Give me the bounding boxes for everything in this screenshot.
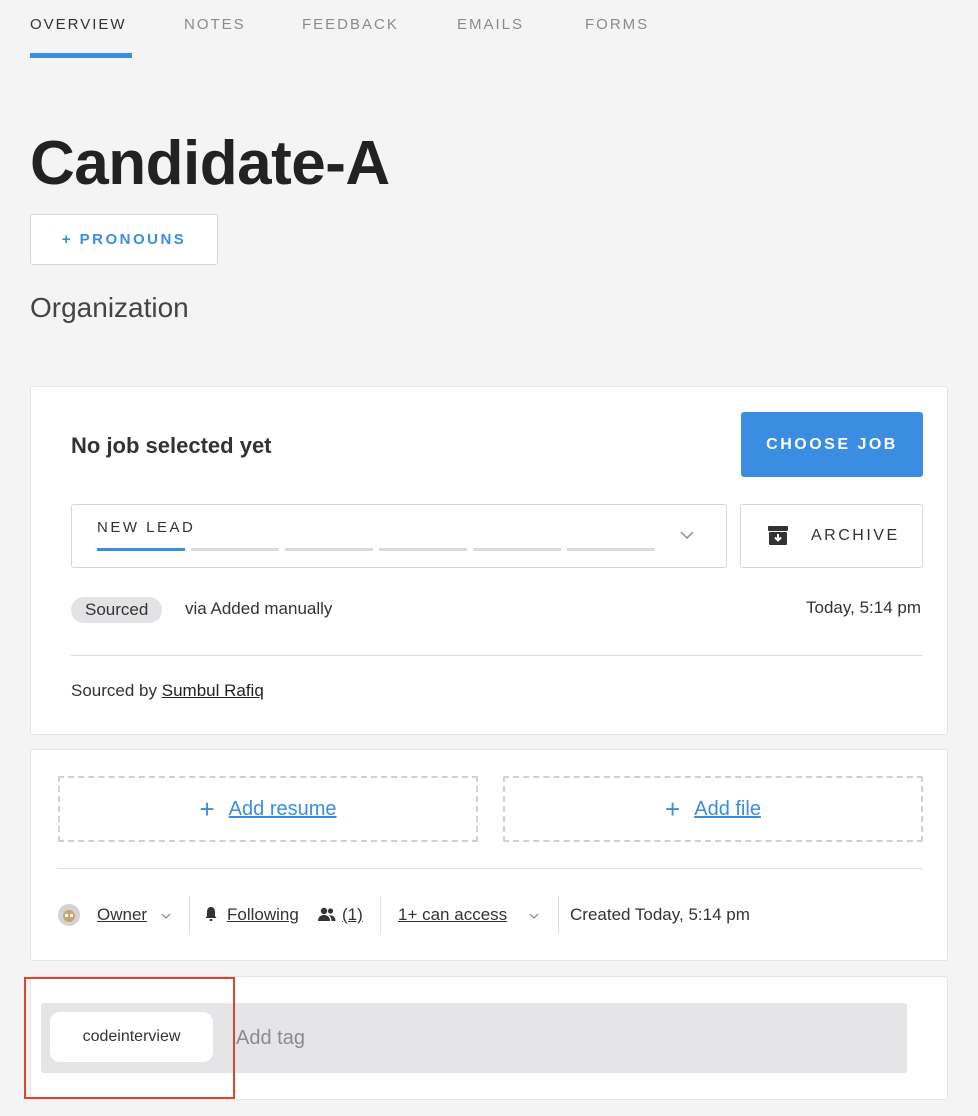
source-via: via Added manually [185, 599, 333, 618]
organization-label[interactable]: Organization [30, 292, 189, 324]
job-card: No job selected yet CHOOSE JOB NEW LEAD … [30, 386, 948, 735]
followers-count-link[interactable]: (1) [342, 905, 363, 925]
separator [558, 896, 559, 934]
source-badge: Sourced [71, 597, 163, 623]
avatar [58, 904, 80, 926]
chevron-down-icon [680, 531, 694, 539]
tab-forms[interactable]: FORMS [585, 16, 649, 33]
stage-progress-segment [379, 548, 467, 551]
stage-progress-segment [191, 548, 279, 551]
sourced-by-user-link[interactable]: Sumbul Rafiq [162, 681, 264, 700]
tab-bar: OVERVIEW NOTES FEEDBACK EMAILS FORMS [0, 0, 978, 60]
add-resume-link[interactable]: Add resume [229, 798, 337, 821]
archive-button[interactable]: ARCHIVE [740, 504, 923, 568]
candidate-name: Candidate-A [30, 129, 390, 198]
meta-row: Owner Following (1) 1+ can access Create… [58, 896, 923, 934]
job-heading: No job selected yet [71, 433, 272, 458]
divider [71, 655, 923, 656]
choose-job-button[interactable]: CHOOSE JOB [741, 412, 923, 477]
active-tab-indicator [30, 53, 132, 58]
add-file-dropzone[interactable]: + Add file [503, 776, 923, 842]
stage-label: NEW LEAD [97, 519, 196, 536]
sourced-by-row: Sourced by Sumbul Rafiq [71, 681, 264, 701]
chevron-down-icon[interactable] [528, 910, 540, 922]
stage-progress-segment [285, 548, 373, 551]
stage-progress-segment [97, 548, 185, 551]
separator [380, 896, 381, 934]
tab-notes[interactable]: NOTES [184, 16, 246, 33]
divider [58, 868, 923, 869]
separator [189, 896, 190, 934]
stage-select[interactable]: NEW LEAD [71, 504, 727, 568]
stage-progress-segment [473, 548, 561, 551]
tab-overview[interactable]: OVERVIEW [30, 16, 127, 33]
stage-progress-segment [567, 548, 655, 551]
following-toggle[interactable]: Following [227, 905, 299, 925]
source-timestamp: Today, 5:14 pm [806, 598, 921, 617]
sourced-by-prefix: Sourced by [71, 681, 157, 700]
archive-box-icon [768, 526, 788, 545]
add-pronouns-button[interactable]: + PRONOUNS [30, 214, 218, 265]
plus-icon: + [665, 793, 681, 824]
bell-icon [205, 907, 217, 921]
followers-icon [318, 907, 336, 921]
created-timestamp: Created Today, 5:14 pm [570, 905, 750, 924]
owner-dropdown[interactable]: Owner [97, 905, 147, 925]
archive-label: ARCHIVE [811, 527, 900, 544]
add-tag-input[interactable] [236, 1013, 876, 1063]
highlight-annotation [24, 977, 235, 1099]
plus-icon: + [199, 793, 215, 824]
tab-emails[interactable]: EMAILS [457, 16, 524, 33]
add-file-link[interactable]: Add file [694, 798, 761, 821]
tab-feedback[interactable]: FEEDBACK [302, 16, 399, 33]
access-dropdown[interactable]: 1+ can access [398, 905, 507, 925]
files-card: + Add resume + Add file Owner Following [30, 749, 948, 961]
add-resume-dropzone[interactable]: + Add resume [58, 776, 478, 842]
chevron-down-icon[interactable] [160, 910, 172, 922]
